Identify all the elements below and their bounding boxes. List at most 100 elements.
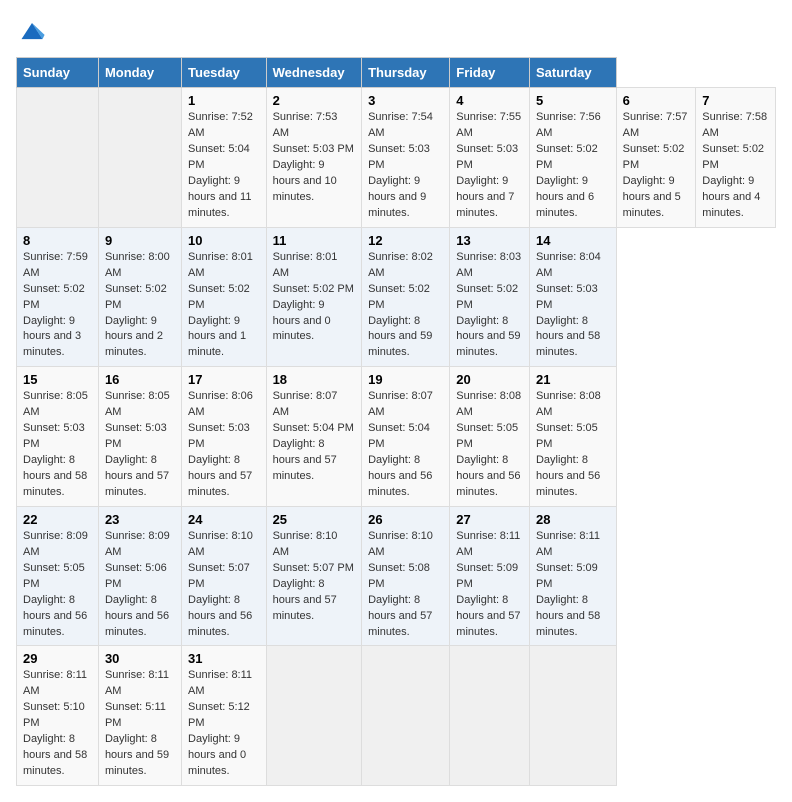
day-cell: 1Sunrise: 7:52 AMSunset: 5:04 PMDaylight…: [182, 88, 267, 228]
day-number: 26: [368, 512, 443, 527]
day-detail: Sunrise: 8:10 AMSunset: 5:08 PMDaylight:…: [368, 530, 433, 638]
weekday-header: Tuesday: [182, 58, 267, 88]
day-number: 8: [23, 233, 92, 248]
day-number: 18: [273, 372, 356, 387]
weekday-header: Thursday: [362, 58, 450, 88]
empty-cell: [17, 88, 99, 228]
day-number: 28: [536, 512, 610, 527]
day-cell: 22 Sunrise: 8:09 AMSunset: 5:05 PMDayligh…: [17, 506, 99, 646]
empty-cell: [450, 646, 530, 786]
day-cell: 27 Sunrise: 8:11 AMSunset: 5:09 PMDayligh…: [450, 506, 530, 646]
day-detail: Sunrise: 7:57 AMSunset: 5:02 PMDaylight:…: [623, 111, 688, 219]
day-detail: Sunrise: 8:06 AMSunset: 5:03 PMDaylight:…: [188, 390, 253, 498]
day-detail: Sunrise: 8:08 AMSunset: 5:05 PMDaylight:…: [536, 390, 601, 498]
day-detail: Sunrise: 8:10 AMSunset: 5:07 PMDaylight:…: [273, 530, 354, 622]
day-number: 27: [456, 512, 523, 527]
day-number: 15: [23, 372, 92, 387]
day-cell: 17 Sunrise: 8:06 AMSunset: 5:03 PMDayligh…: [182, 367, 267, 507]
day-detail: Sunrise: 8:07 AMSunset: 5:04 PMDaylight:…: [273, 390, 354, 482]
weekday-header: Sunday: [17, 58, 99, 88]
day-cell: 12 Sunrise: 8:02 AMSunset: 5:02 PMDayligh…: [362, 227, 450, 367]
day-number: 12: [368, 233, 443, 248]
day-cell: 8 Sunrise: 7:59 AMSunset: 5:02 PMDaylight…: [17, 227, 99, 367]
day-number: 23: [105, 512, 175, 527]
day-number: 9: [105, 233, 175, 248]
day-detail: Sunrise: 7:52 AMSunset: 5:04 PMDaylight:…: [188, 111, 253, 219]
day-detail: Sunrise: 8:11 AMSunset: 5:10 PMDaylight:…: [23, 669, 87, 777]
day-cell: 14 Sunrise: 8:04 AMSunset: 5:03 PMDayligh…: [529, 227, 616, 367]
day-cell: 3 Sunrise: 7:54 AMSunset: 5:03 PMDaylight…: [362, 88, 450, 228]
day-detail: Sunrise: 8:02 AMSunset: 5:02 PMDaylight:…: [368, 251, 433, 359]
day-detail: Sunrise: 8:07 AMSunset: 5:04 PMDaylight:…: [368, 390, 433, 498]
day-cell: 10 Sunrise: 8:01 AMSunset: 5:02 PMDayligh…: [182, 227, 267, 367]
day-detail: Sunrise: 8:01 AMSunset: 5:02 PMDaylight:…: [273, 251, 354, 343]
day-detail: Sunrise: 7:59 AMSunset: 5:02 PMDaylight:…: [23, 251, 88, 359]
day-number: 2: [273, 93, 356, 108]
day-detail: Sunrise: 8:09 AMSunset: 5:05 PMDaylight:…: [23, 530, 88, 638]
day-number: 24: [188, 512, 260, 527]
day-detail: Sunrise: 8:11 AMSunset: 5:09 PMDaylight:…: [456, 530, 520, 638]
day-number: 4: [456, 93, 523, 108]
weekday-header: Wednesday: [266, 58, 362, 88]
day-number: 5: [536, 93, 610, 108]
day-number: 11: [273, 233, 356, 248]
day-detail: Sunrise: 7:56 AMSunset: 5:02 PMDaylight:…: [536, 111, 601, 219]
day-detail: Sunrise: 8:04 AMSunset: 5:03 PMDaylight:…: [536, 251, 601, 359]
day-cell: 9 Sunrise: 8:00 AMSunset: 5:02 PMDaylight…: [98, 227, 181, 367]
day-number: 6: [623, 93, 690, 108]
day-cell: 4 Sunrise: 7:55 AMSunset: 5:03 PMDaylight…: [450, 88, 530, 228]
day-cell: 19 Sunrise: 8:07 AMSunset: 5:04 PMDayligh…: [362, 367, 450, 507]
day-number: 17: [188, 372, 260, 387]
weekday-header: Monday: [98, 58, 181, 88]
day-detail: Sunrise: 8:05 AMSunset: 5:03 PMDaylight:…: [23, 390, 88, 498]
day-number: 21: [536, 372, 610, 387]
logo: [16, 16, 46, 49]
day-number: 10: [188, 233, 260, 248]
day-detail: Sunrise: 8:01 AMSunset: 5:02 PMDaylight:…: [188, 251, 253, 359]
day-detail: Sunrise: 8:03 AMSunset: 5:02 PMDaylight:…: [456, 251, 521, 359]
day-detail: Sunrise: 8:09 AMSunset: 5:06 PMDaylight:…: [105, 530, 170, 638]
day-cell: 30 Sunrise: 8:11 AMSunset: 5:11 PMDayligh…: [98, 646, 181, 786]
day-detail: Sunrise: 8:11 AMSunset: 5:12 PMDaylight:…: [188, 669, 252, 777]
empty-cell: [266, 646, 362, 786]
day-number: 30: [105, 651, 175, 666]
day-number: 14: [536, 233, 610, 248]
day-detail: Sunrise: 7:58 AMSunset: 5:02 PMDaylight:…: [702, 111, 767, 219]
day-detail: Sunrise: 7:53 AMSunset: 5:03 PMDaylight:…: [273, 111, 354, 203]
day-cell: 11 Sunrise: 8:01 AMSunset: 5:02 PMDayligh…: [266, 227, 362, 367]
day-detail: Sunrise: 8:05 AMSunset: 5:03 PMDaylight:…: [105, 390, 170, 498]
day-cell: 6 Sunrise: 7:57 AMSunset: 5:02 PMDaylight…: [616, 88, 696, 228]
empty-cell: [362, 646, 450, 786]
day-number: 16: [105, 372, 175, 387]
day-detail: Sunrise: 8:00 AMSunset: 5:02 PMDaylight:…: [105, 251, 170, 359]
logo-icon: [18, 16, 46, 44]
day-detail: Sunrise: 8:11 AMSunset: 5:11 PMDaylight:…: [105, 669, 169, 777]
day-cell: 23 Sunrise: 8:09 AMSunset: 5:06 PMDayligh…: [98, 506, 181, 646]
day-number: 22: [23, 512, 92, 527]
day-detail: Sunrise: 7:55 AMSunset: 5:03 PMDaylight:…: [456, 111, 521, 219]
day-number: 13: [456, 233, 523, 248]
day-cell: 18 Sunrise: 8:07 AMSunset: 5:04 PMDayligh…: [266, 367, 362, 507]
empty-cell: [98, 88, 181, 228]
empty-cell: [529, 646, 616, 786]
day-cell: 21 Sunrise: 8:08 AMSunset: 5:05 PMDayligh…: [529, 367, 616, 507]
day-detail: Sunrise: 8:08 AMSunset: 5:05 PMDaylight:…: [456, 390, 521, 498]
day-cell: 13 Sunrise: 8:03 AMSunset: 5:02 PMDayligh…: [450, 227, 530, 367]
day-cell: 28 Sunrise: 8:11 AMSunset: 5:09 PMDayligh…: [529, 506, 616, 646]
day-number: 3: [368, 93, 443, 108]
day-number: 7: [702, 93, 769, 108]
day-number: 20: [456, 372, 523, 387]
calendar-table: SundayMondayTuesdayWednesdayThursdayFrid…: [16, 57, 776, 786]
day-cell: 2 Sunrise: 7:53 AMSunset: 5:03 PMDaylight…: [266, 88, 362, 228]
day-detail: Sunrise: 7:54 AMSunset: 5:03 PMDaylight:…: [368, 111, 433, 219]
day-cell: 5 Sunrise: 7:56 AMSunset: 5:02 PMDaylight…: [529, 88, 616, 228]
weekday-header: Saturday: [529, 58, 616, 88]
page-header: [16, 16, 776, 49]
day-cell: 24 Sunrise: 8:10 AMSunset: 5:07 PMDayligh…: [182, 506, 267, 646]
day-cell: 16 Sunrise: 8:05 AMSunset: 5:03 PMDayligh…: [98, 367, 181, 507]
day-number: 19: [368, 372, 443, 387]
day-cell: 15 Sunrise: 8:05 AMSunset: 5:03 PMDayligh…: [17, 367, 99, 507]
day-detail: Sunrise: 8:11 AMSunset: 5:09 PMDaylight:…: [536, 530, 600, 638]
day-detail: Sunrise: 8:10 AMSunset: 5:07 PMDaylight:…: [188, 530, 253, 638]
day-number: 29: [23, 651, 92, 666]
